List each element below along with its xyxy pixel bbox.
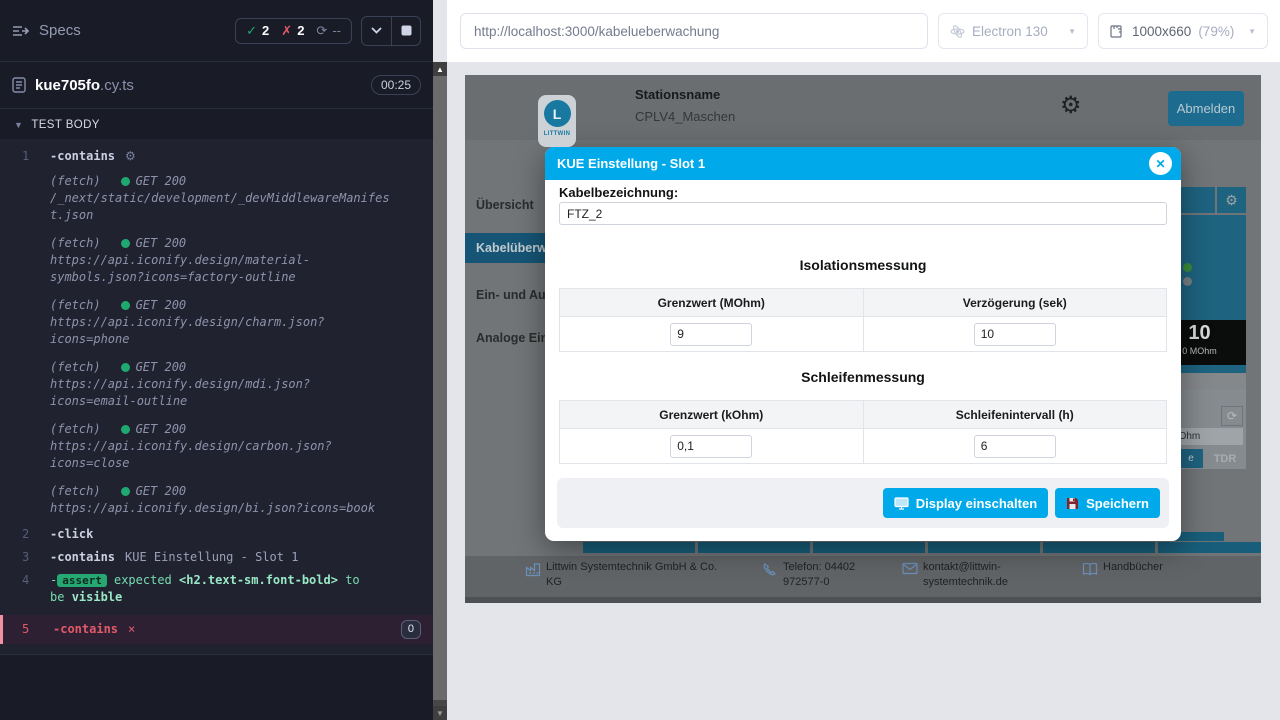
- status-dot-icon: [121, 177, 130, 186]
- collapse-button[interactable]: [362, 17, 391, 45]
- divider: [0, 654, 433, 655]
- chevron-down-icon: ▼: [1248, 27, 1256, 36]
- stat-failed: ✗2: [281, 23, 304, 39]
- stop-icon: [401, 25, 412, 36]
- schleifenintervall-input[interactable]: [974, 435, 1056, 458]
- status-dot-icon: [121, 363, 130, 372]
- viewport-selector[interactable]: 1000x660 (79%) ▼: [1098, 13, 1268, 49]
- modal-title: KUE Einstellung - Slot 1: [557, 156, 705, 171]
- status-dot-icon: [121, 239, 130, 248]
- isolation-table: Grenzwert (MOhm) Verzögerung (sek): [559, 288, 1167, 352]
- verzoegerung-input[interactable]: [974, 323, 1056, 346]
- cross-icon: ✗: [281, 23, 292, 39]
- status-dot-icon: [121, 425, 130, 434]
- check-icon: ✓: [246, 23, 257, 39]
- fetch-log-entry[interactable]: (fetch)GET 200 https://api.iconify.desig…: [0, 478, 433, 523]
- fetch-log-entry[interactable]: (fetch)GET 200 /_next/static/development…: [0, 168, 433, 230]
- stat-pending: ⟳--: [316, 23, 341, 39]
- reload-icon: ⟳: [316, 23, 327, 39]
- aut-toolbar: http://localhost:3000/kabelueberwachung …: [447, 0, 1280, 62]
- command-row-click[interactable]: 2 -click: [0, 523, 433, 546]
- command-row-contains-failed[interactable]: 5 -contains × 0: [0, 615, 433, 644]
- retry-count-badge: 0: [401, 620, 421, 639]
- fail-x-icon: ×: [128, 621, 135, 638]
- chevron-down-icon: [371, 27, 382, 34]
- spec-duration-badge: 00:25: [371, 75, 421, 95]
- save-button[interactable]: Speichern: [1055, 488, 1160, 518]
- gear-icon: ⚙: [125, 148, 136, 165]
- modal-titlebar: KUE Einstellung - Slot 1: [545, 147, 1181, 180]
- spec-file-row[interactable]: kue705fo.cy.ts 00:25: [0, 62, 433, 109]
- command-row-contains-1[interactable]: 1 -contains ⚙: [0, 145, 433, 168]
- col-header-grenzwert-mohm: Grenzwert (MOhm): [560, 289, 863, 316]
- app-under-test: L LITTWIN Stationsname CPLV4_Maschen ⚙ A…: [465, 75, 1261, 603]
- test-body-toggle[interactable]: ▼ TEST BODY: [0, 109, 433, 139]
- viewport-size: 1000x660: [1132, 24, 1191, 39]
- reporter-scrollbar[interactable]: ▲ ▼: [433, 62, 447, 720]
- command-log: 1 -contains ⚙ (fetch)GET 200 /_next/stat…: [0, 139, 433, 654]
- assert-badge: assert: [57, 574, 107, 587]
- command-row-contains-3[interactable]: 3 -contains KUE Einstellung - Slot 1: [0, 546, 433, 569]
- stat-passed: ✓2: [246, 23, 269, 39]
- electron-icon: [950, 24, 965, 39]
- url-text: http://localhost:3000/kabelueberwachung: [474, 24, 719, 39]
- scroll-down-icon[interactable]: ▼: [433, 706, 447, 720]
- logo-glyph: L: [544, 100, 571, 127]
- url-input[interactable]: http://localhost:3000/kabelueberwachung: [460, 13, 928, 49]
- scroll-up-icon[interactable]: ▲: [433, 62, 447, 76]
- schleifen-table: Grenzwert (kOhm) Schleifenintervall (h): [559, 400, 1167, 464]
- col-header-grenzwert-kohm: Grenzwert (kOhm): [560, 401, 863, 428]
- spec-file-icon: [12, 77, 26, 93]
- littwin-logo: L LITTWIN: [538, 95, 576, 147]
- section-title-schleifen: Schleifenmessung: [545, 369, 1181, 385]
- specs-list-icon: [12, 24, 29, 38]
- specs-title: Specs: [39, 22, 81, 39]
- test-stats[interactable]: ✓2 ✗2 ⟳--: [235, 18, 352, 44]
- command-row-assert[interactable]: 4 -assertexpected <h2.text-sm.font-bold>…: [0, 569, 433, 609]
- stop-button[interactable]: [391, 17, 420, 45]
- ruler-icon: [1110, 24, 1125, 38]
- status-dot-icon: [121, 487, 130, 496]
- fetch-log-entry[interactable]: (fetch)GET 200 https://api.iconify.desig…: [0, 292, 433, 354]
- page: Specs ✓2 ✗2 ⟳-- kue705fo.cy.ts 00:25 ▼ T…: [0, 0, 1280, 720]
- browser-selector[interactable]: Electron 130 ▼: [938, 13, 1088, 49]
- assert-message: -assertexpected <h2.text-sm.font-bold> t…: [50, 572, 360, 606]
- chevron-down-icon: ▼: [14, 120, 23, 130]
- fetch-log-entry[interactable]: (fetch)GET 200 https://api.iconify.desig…: [0, 354, 433, 416]
- fetch-log-entry[interactable]: (fetch)GET 200 https://api.iconify.desig…: [0, 416, 433, 478]
- chevron-down-icon: ▼: [1068, 27, 1076, 36]
- col-header-schleifenintervall: Schleifenintervall (h): [863, 401, 1167, 428]
- grenzwert-kohm-input[interactable]: [670, 435, 752, 458]
- reporter-header: Specs ✓2 ✗2 ⟳--: [0, 0, 433, 62]
- modal-footer: Display einschalten Speichern: [557, 478, 1169, 528]
- display-icon: [894, 497, 909, 510]
- grenzwert-mohm-input[interactable]: [670, 323, 752, 346]
- fetch-log-entry[interactable]: (fetch)GET 200 https://api.iconify.desig…: [0, 230, 433, 292]
- test-body-label: TEST BODY: [31, 119, 100, 131]
- floppy-icon: [1066, 497, 1079, 510]
- spec-name: kue705fo.cy.ts: [35, 77, 134, 94]
- run-controls: [361, 16, 421, 46]
- cypress-reporter: Specs ✓2 ✗2 ⟳-- kue705fo.cy.ts 00:25 ▼ T…: [0, 0, 433, 720]
- cable-designation-label: Kabelbezeichnung:: [559, 185, 678, 200]
- section-title-isolation: Isolationsmessung: [545, 257, 1181, 273]
- cable-designation-input[interactable]: [559, 202, 1167, 225]
- display-on-button[interactable]: Display einschalten: [883, 488, 1048, 518]
- viewport-zoom: (79%): [1198, 24, 1234, 39]
- scrollbar-thumb[interactable]: [433, 76, 447, 700]
- browser-label: Electron 130: [972, 24, 1048, 39]
- col-header-verzoegerung: Verzögerung (sek): [863, 289, 1167, 316]
- status-dot-icon: [121, 301, 130, 310]
- close-icon[interactable]: ✕: [1149, 152, 1172, 175]
- specs-menu-button[interactable]: Specs: [12, 22, 81, 39]
- kue-settings-modal: KUE Einstellung - Slot 1 ✕ Kabelbezeichn…: [545, 147, 1181, 541]
